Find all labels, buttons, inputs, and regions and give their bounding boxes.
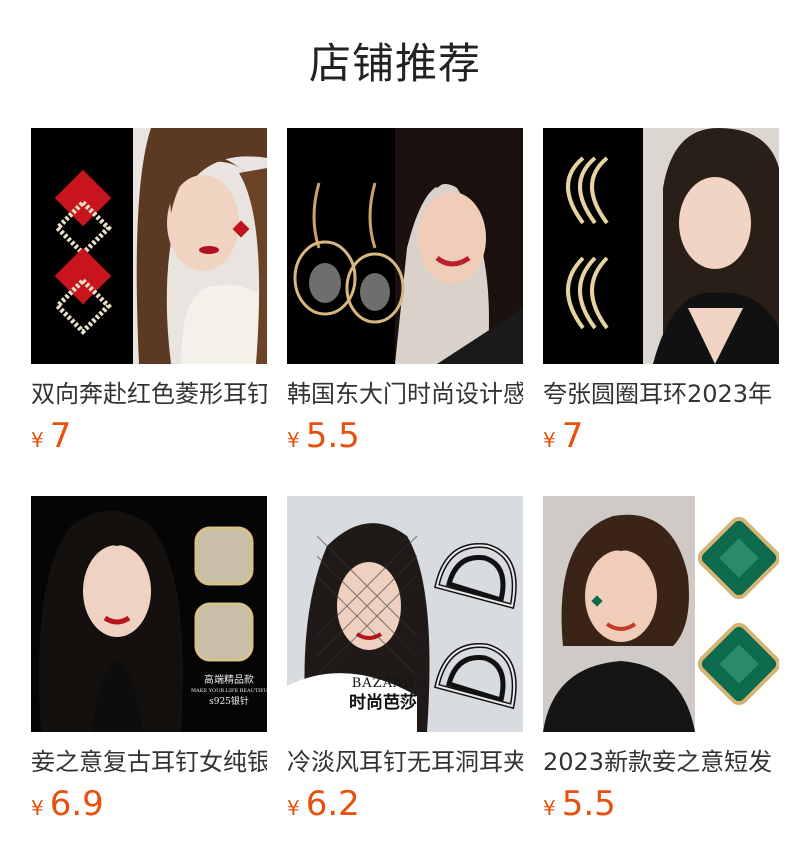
product-card[interactable]: BAZAAR 时尚芭莎 冷淡风耳钉无耳洞耳夹 ¥6.2: [287, 496, 523, 828]
currency-symbol: ¥: [287, 428, 300, 452]
product-image[interactable]: [543, 128, 779, 364]
price-value: 6.2: [305, 784, 360, 824]
price-value: 5.5: [305, 416, 360, 456]
product-price: ¥5.5: [287, 418, 523, 460]
product-price: ¥7: [31, 418, 267, 460]
product-image[interactable]: [31, 128, 267, 364]
product-image[interactable]: 高端精品款 MAKE YOUR LIFE BEAUTIFUL s925银针: [31, 496, 267, 732]
watermark-text: 时尚芭莎: [349, 693, 417, 713]
price-value: 5.5: [561, 784, 616, 824]
currency-symbol: ¥: [543, 428, 556, 452]
product-card[interactable]: 韩国东大门时尚设计感 ¥5.5: [287, 128, 523, 460]
product-name[interactable]: 妾之意复古耳钉女纯银: [31, 746, 267, 778]
currency-symbol: ¥: [543, 796, 556, 820]
product-image[interactable]: [543, 496, 779, 732]
watermark-text: 高端精品款: [204, 675, 254, 686]
price-value: 7: [561, 416, 584, 456]
watermark-text: s925银针: [209, 697, 249, 707]
product-card[interactable]: 2023新款妾之意短发 ¥5.5: [543, 496, 779, 828]
product-image[interactable]: [287, 128, 523, 364]
product-price: ¥5.5: [543, 786, 779, 828]
watermark-text: MAKE YOUR LIFE BEAUTIFUL: [191, 688, 267, 694]
product-name[interactable]: 冷淡风耳钉无耳洞耳夹: [287, 746, 523, 778]
price-value: 7: [49, 416, 72, 456]
product-name[interactable]: 夸张圆圈耳环2023年: [543, 378, 779, 410]
product-card[interactable]: 双向奔赴红色菱形耳钉 ¥7: [31, 128, 267, 460]
product-price: ¥6.9: [31, 786, 267, 828]
watermark-text: BAZAAR: [351, 676, 415, 691]
currency-symbol: ¥: [31, 428, 44, 452]
product-name[interactable]: 双向奔赴红色菱形耳钉: [31, 378, 267, 410]
product-image[interactable]: BAZAAR 时尚芭莎: [287, 496, 523, 732]
price-value: 6.9: [49, 784, 104, 824]
section-title: 店铺推荐: [308, 39, 481, 88]
currency-symbol: ¥: [287, 796, 300, 820]
product-card[interactable]: 夸张圆圈耳环2023年 ¥7: [543, 128, 779, 460]
currency-symbol: ¥: [31, 796, 44, 820]
product-name[interactable]: 2023新款妾之意短发: [543, 746, 779, 778]
product-price: ¥6.2: [287, 786, 523, 828]
product-card[interactable]: 高端精品款 MAKE YOUR LIFE BEAUTIFUL s925银针 妾之…: [31, 496, 267, 828]
product-price: ¥7: [543, 418, 779, 460]
product-name[interactable]: 韩国东大门时尚设计感: [287, 378, 523, 410]
